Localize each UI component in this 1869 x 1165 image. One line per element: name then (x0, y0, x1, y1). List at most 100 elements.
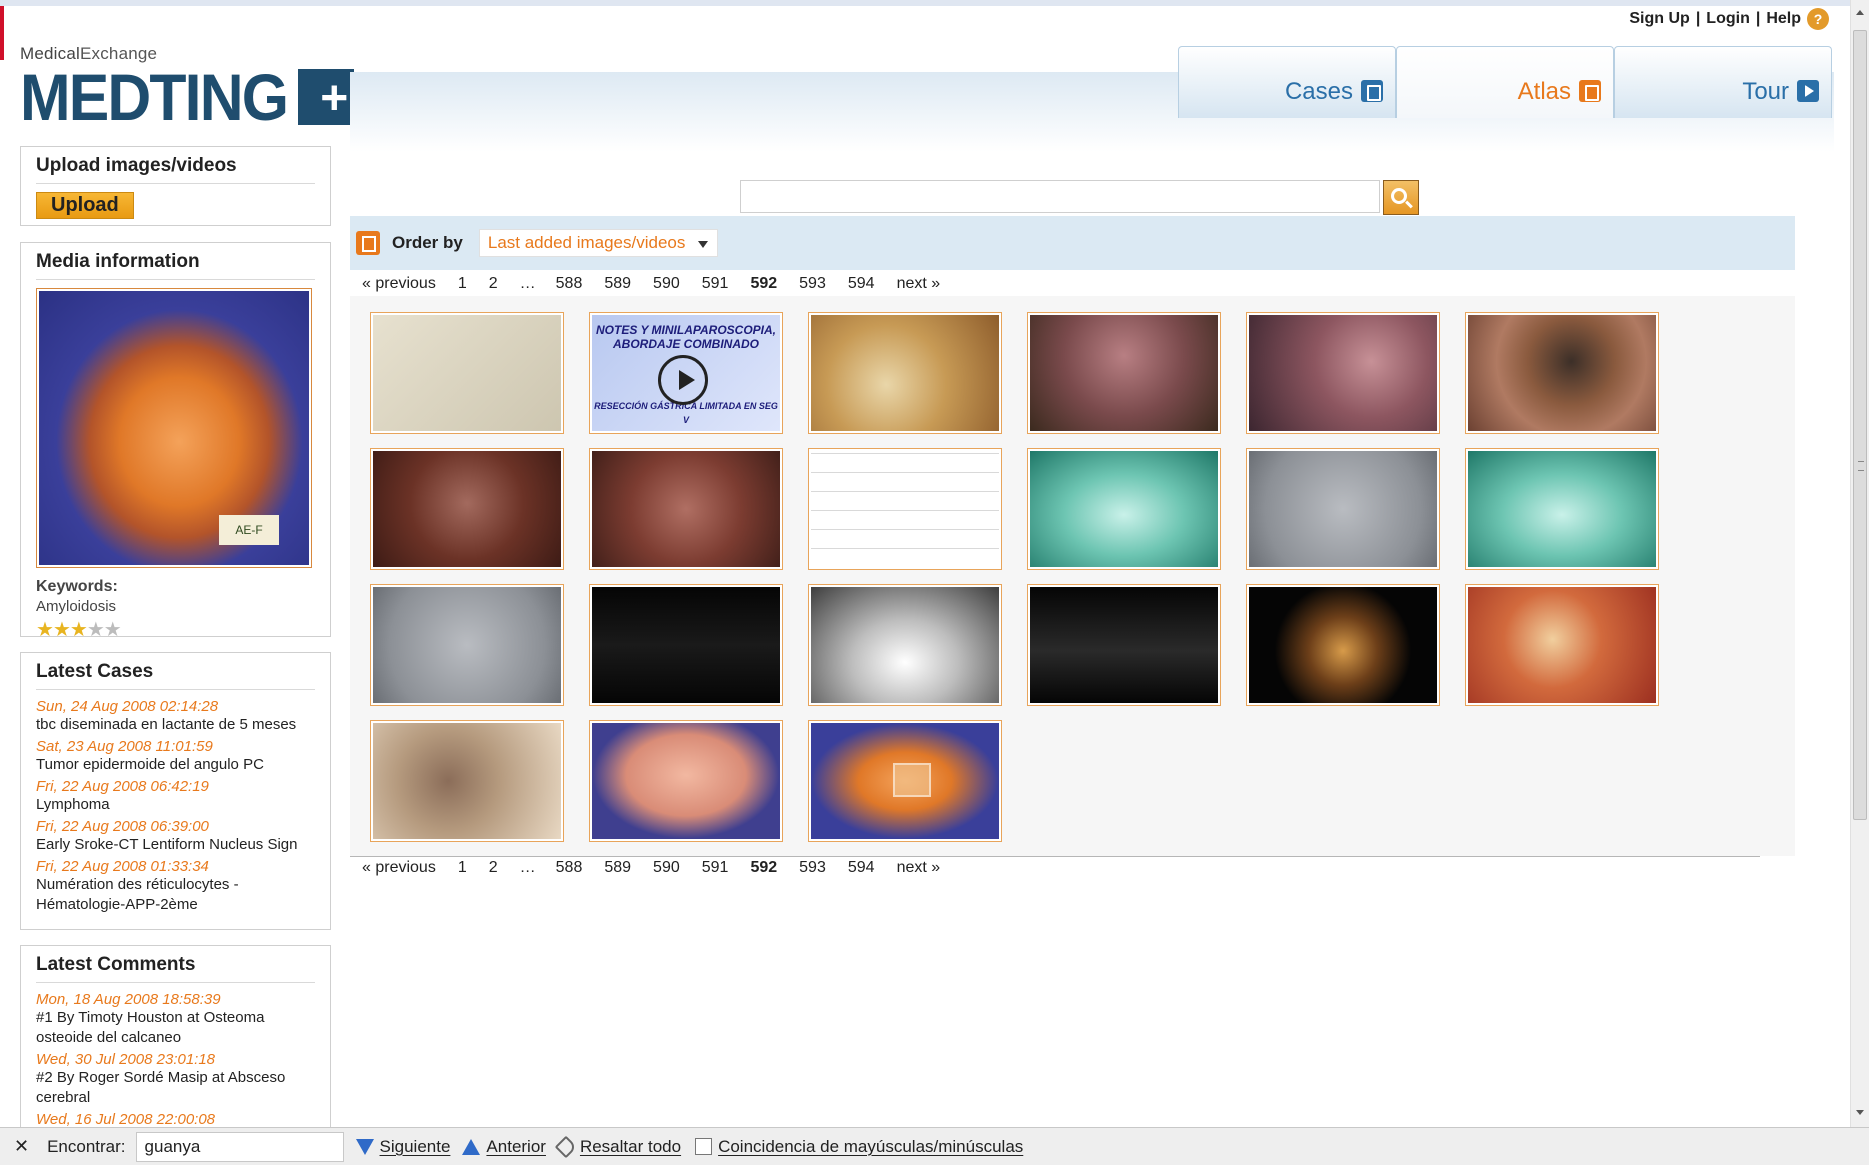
pager-page[interactable]: 594 (848, 275, 875, 293)
item-title[interactable]: Early Sroke-CT Lentiform Nucleus Sign (36, 835, 315, 855)
upload-button[interactable]: Upload (36, 192, 134, 219)
gallery-thumb[interactable] (370, 448, 564, 570)
pager-page[interactable]: 1 (458, 275, 467, 293)
arrow-up-icon[interactable] (462, 1138, 481, 1155)
gallery-thumb[interactable] (1246, 448, 1440, 570)
logo[interactable]: MedicalExchange MEDTING + (20, 44, 355, 130)
keywords-value[interactable]: Amyloidosis (36, 598, 315, 615)
media-preview[interactable] (36, 288, 312, 568)
pager-previous[interactable]: « previous (362, 275, 436, 293)
gallery-thumb[interactable] (1027, 312, 1221, 434)
gallery-thumb[interactable] (808, 720, 1002, 842)
play-icon[interactable] (658, 355, 708, 405)
scroll-thumb[interactable] (1853, 30, 1867, 820)
pager-page[interactable]: 591 (702, 859, 729, 877)
case-item[interactable]: Fri, 22 Aug 2008 01:33:34 Numération des… (36, 858, 315, 915)
pager-page[interactable]: 588 (556, 275, 583, 293)
thumb-image-laparoscopy-yellow (811, 315, 999, 431)
item-title[interactable]: Tumor epidermoide del angulo PC (36, 755, 315, 775)
tab-tour[interactable]: Tour (1614, 46, 1832, 118)
pager-page[interactable]: 1 (458, 859, 467, 877)
pager-page[interactable]: 589 (604, 859, 631, 877)
vertical-scrollbar[interactable] (1850, 0, 1869, 1127)
case-item[interactable]: Fri, 22 Aug 2008 06:39:00 Early Sroke-CT… (36, 818, 315, 855)
gallery-thumb[interactable] (808, 584, 1002, 706)
pager-page[interactable]: 594 (848, 859, 875, 877)
star-icon[interactable]: ★ (87, 619, 105, 641)
highlight-all-button[interactable]: Resaltar todo (580, 1137, 681, 1157)
gallery-thumb[interactable] (370, 720, 564, 842)
gallery-thumb[interactable] (370, 584, 564, 706)
tab-atlas[interactable]: Atlas (1396, 46, 1614, 118)
scroll-down-icon[interactable] (1856, 1110, 1864, 1115)
arrow-down-icon[interactable] (355, 1138, 374, 1155)
gallery-thumb[interactable] (589, 584, 783, 706)
gallery-thumb[interactable] (1246, 584, 1440, 706)
help-link[interactable]: Help (1766, 10, 1801, 28)
gallery-thumb[interactable] (1465, 312, 1659, 434)
gallery-thumb[interactable] (808, 448, 1002, 570)
thumb-image-endoscopy-ring (1468, 315, 1656, 431)
gallery-thumb[interactable] (1027, 584, 1221, 706)
gallery-thumb[interactable] (1465, 448, 1659, 570)
logo-main: MEDTING + (20, 64, 355, 130)
gallery-thumb[interactable] (589, 720, 783, 842)
signup-link[interactable]: Sign Up (1629, 10, 1689, 28)
rating-stars[interactable]: ★★★★★ (36, 617, 315, 642)
pager-page[interactable]: 589 (604, 275, 631, 293)
pager-next[interactable]: next » (897, 275, 941, 293)
pager-next[interactable]: next » (897, 859, 941, 877)
pager-page[interactable]: 590 (653, 859, 680, 877)
find-next-button[interactable]: Siguiente (380, 1137, 451, 1157)
find-label: Encontrar: (47, 1136, 126, 1156)
search-button[interactable] (1383, 180, 1419, 215)
item-date: Wed, 30 Jul 2008 23:01:18 (36, 1051, 216, 1068)
gallery-thumb[interactable] (589, 448, 783, 570)
gallery-thumb[interactable]: NOTES Y MINILAPAROSCOPIA, ABORDAJE COMBI… (589, 312, 783, 434)
item-title[interactable]: tbc diseminada en lactante de 5 meses (36, 715, 315, 735)
pager-previous[interactable]: « previous (362, 859, 436, 877)
gallery-thumb[interactable] (370, 312, 564, 434)
case-item[interactable]: Sat, 23 Aug 2008 11:01:59 Tumor epidermo… (36, 738, 315, 775)
star-icon[interactable]: ★ (70, 619, 88, 641)
pager-ellipsis: … (519, 275, 536, 292)
comment-item[interactable]: Wed, 16 Jul 2008 22:00:08 (36, 1111, 315, 1128)
pager-page[interactable]: 591 (702, 275, 729, 293)
star-icon[interactable]: ★ (36, 619, 54, 641)
order-select[interactable]: Last added images/videos (478, 229, 719, 257)
star-icon[interactable]: ★ (104, 619, 122, 641)
find-input[interactable]: guanya (135, 1131, 344, 1162)
item-title[interactable]: Lymphoma (36, 795, 315, 815)
pager-page[interactable]: 2 (489, 275, 498, 293)
comment-item[interactable]: Wed, 30 Jul 2008 23:01:18 #2 By Roger So… (36, 1051, 315, 1108)
pager-page[interactable]: 588 (556, 859, 583, 877)
gallery-thumb[interactable] (808, 312, 1002, 434)
cases-icon (1361, 80, 1383, 102)
case-item[interactable]: Sun, 24 Aug 2008 02:14:28 tbc diseminada… (36, 698, 315, 735)
gallery-thumb[interactable] (1027, 448, 1221, 570)
match-case-checkbox[interactable] (695, 1138, 713, 1155)
pager-page[interactable]: 2 (489, 859, 498, 877)
comment-item[interactable]: Mon, 18 Aug 2008 18:58:39 #1 By Timoty H… (36, 991, 315, 1048)
login-link[interactable]: Login (1706, 10, 1750, 28)
find-previous-button[interactable]: Anterior (486, 1137, 546, 1157)
item-title[interactable]: #1 By Timoty Houston at Osteoma osteoide… (36, 1008, 315, 1048)
thumb-image-echo-doppler-1 (592, 587, 780, 703)
gallery-thumb[interactable] (1465, 584, 1659, 706)
scroll-up-icon[interactable] (1856, 10, 1864, 15)
item-title[interactable]: Numération des réticulocytes - Hématolog… (36, 875, 315, 915)
search-input[interactable] (740, 180, 1380, 213)
help-icon[interactable]: ? (1807, 8, 1829, 30)
item-title[interactable]: #2 By Roger Sordé Masip at Absceso cereb… (36, 1068, 315, 1108)
pager-page[interactable]: 593 (799, 859, 826, 877)
pager-page[interactable]: 590 (653, 275, 680, 293)
case-item[interactable]: Fri, 22 Aug 2008 06:42:19 Lymphoma (36, 778, 315, 815)
gallery-thumb[interactable] (1246, 312, 1440, 434)
match-case-label[interactable]: Coincidencia de mayúsculas/minúsculas (718, 1137, 1023, 1157)
pager-page[interactable]: 593 (799, 275, 826, 293)
close-icon[interactable]: ✕ (14, 1136, 29, 1157)
keywords-label: Keywords: (36, 578, 118, 595)
item-date: Fri, 22 Aug 2008 06:42:19 (36, 778, 209, 795)
star-icon[interactable]: ★ (53, 619, 71, 641)
tab-cases[interactable]: Cases (1178, 46, 1396, 118)
